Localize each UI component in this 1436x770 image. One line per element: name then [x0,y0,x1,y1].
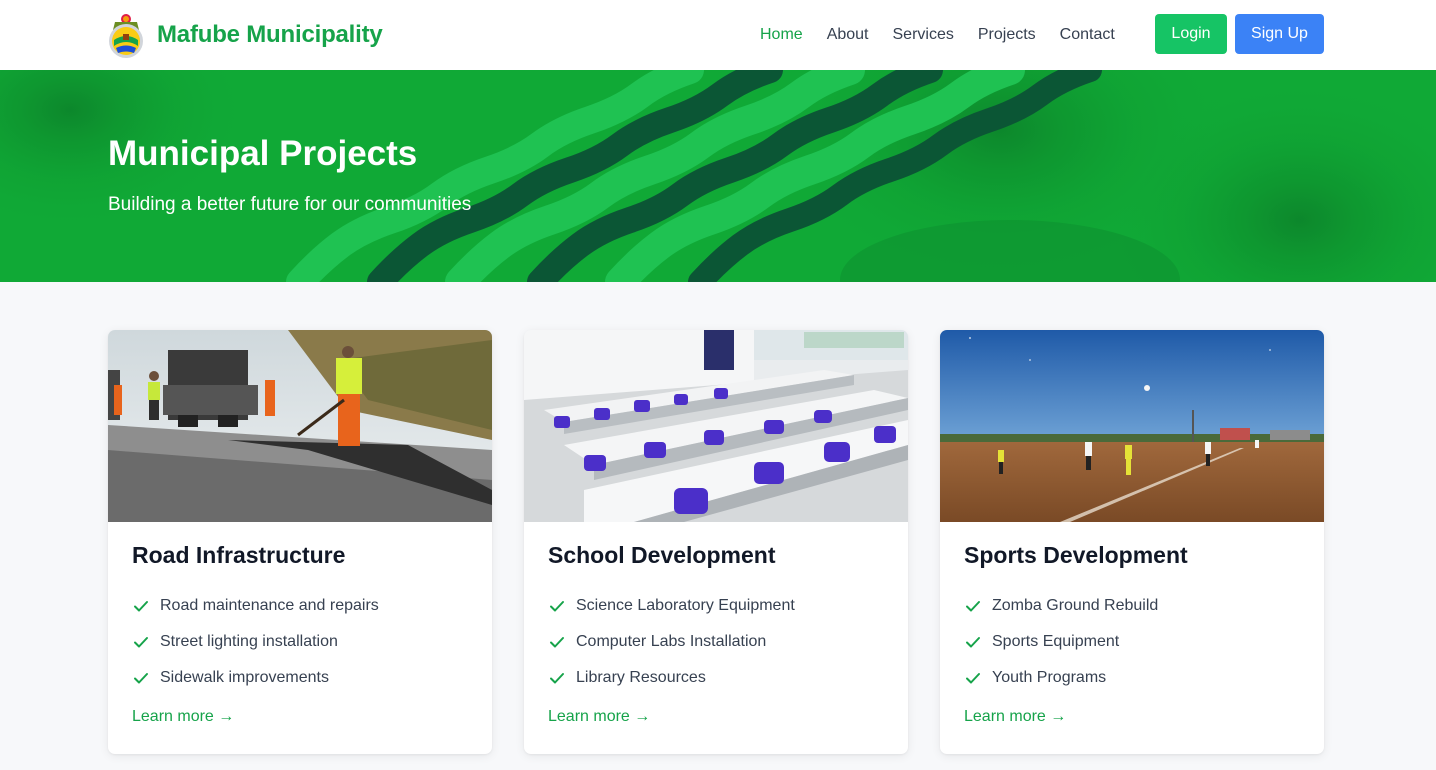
feature-text: Computer Labs Installation [576,633,767,650]
check-icon [134,601,148,612]
nav-link-about[interactable]: About [827,26,869,44]
main-nav: Home About Services Projects Contact [760,0,1139,70]
brand-home-link[interactable]: Mafube Municipality [107,10,383,60]
nav-link-home[interactable]: Home [760,26,803,44]
municipal-crest-icon [109,14,143,58]
feature-text: Sidewalk improvements [160,669,329,686]
signup-button[interactable]: Sign Up [1235,14,1324,54]
hero-banner: Municipal Projects Building a better fut… [0,70,1436,282]
hero-title: Municipal Projects [108,134,418,173]
science-lab-photo [524,330,908,522]
project-card-road: Road Infrastructure Road maintenance and… [108,330,492,754]
road-works-photo [108,330,492,522]
hero-subtitle: Building a better future for our communi… [108,194,472,215]
top-navbar: Mafube Municipality Home About Services … [0,0,1436,70]
login-button[interactable]: Login [1155,14,1227,54]
feature-text: Library Resources [576,669,706,686]
feature-text: Science Laboratory Equipment [576,597,795,614]
project-card-school: School Development Science Laboratory Eq… [524,330,908,754]
list-item: Youth Programs [964,660,1300,696]
card-title: School Development [548,542,776,568]
nav-link-services[interactable]: Services [893,26,954,44]
learn-more-link[interactable]: Learn more → [548,708,650,726]
nav-link-contact[interactable]: Contact [1060,26,1115,44]
feature-text: Road maintenance and repairs [160,597,379,614]
check-icon [134,637,148,648]
feature-text: Youth Programs [992,669,1107,686]
check-icon [134,673,148,684]
list-item: Computer Labs Installation [548,624,884,660]
list-item: Sports Equipment [964,624,1300,660]
list-item: Sidewalk improvements [132,660,468,696]
hero-background-image [0,70,1436,282]
check-icon [966,637,980,648]
feature-list: Road maintenance and repairs Street ligh… [132,588,468,696]
brand-name: Mafube Municipality [157,21,383,48]
learn-more-link[interactable]: Learn more → [132,708,234,726]
check-icon [550,673,564,684]
feature-text: Sports Equipment [992,633,1120,650]
list-item: Zomba Ground Rebuild [964,588,1300,624]
card-title: Sports Development [964,542,1188,568]
feature-text: Street lighting installation [160,633,338,650]
list-item: Road maintenance and repairs [132,588,468,624]
check-icon [966,601,980,612]
list-item: Library Resources [548,660,884,696]
project-card-sports: Sports Development Zomba Ground Rebuild … [940,330,1324,754]
check-icon [966,673,980,684]
feature-list: Science Laboratory Equipment Computer La… [548,588,884,696]
check-icon [550,601,564,612]
learn-more-link[interactable]: Learn more → [964,708,1066,726]
feature-list: Zomba Ground Rebuild Sports Equipment Yo… [964,588,1300,696]
nav-link-projects[interactable]: Projects [978,26,1036,44]
list-item: Science Laboratory Equipment [548,588,884,624]
card-title: Road Infrastructure [132,542,346,568]
feature-text: Zomba Ground Rebuild [992,597,1159,614]
list-item: Street lighting installation [132,624,468,660]
soccer-field-photo [940,330,1324,522]
check-icon [550,637,564,648]
